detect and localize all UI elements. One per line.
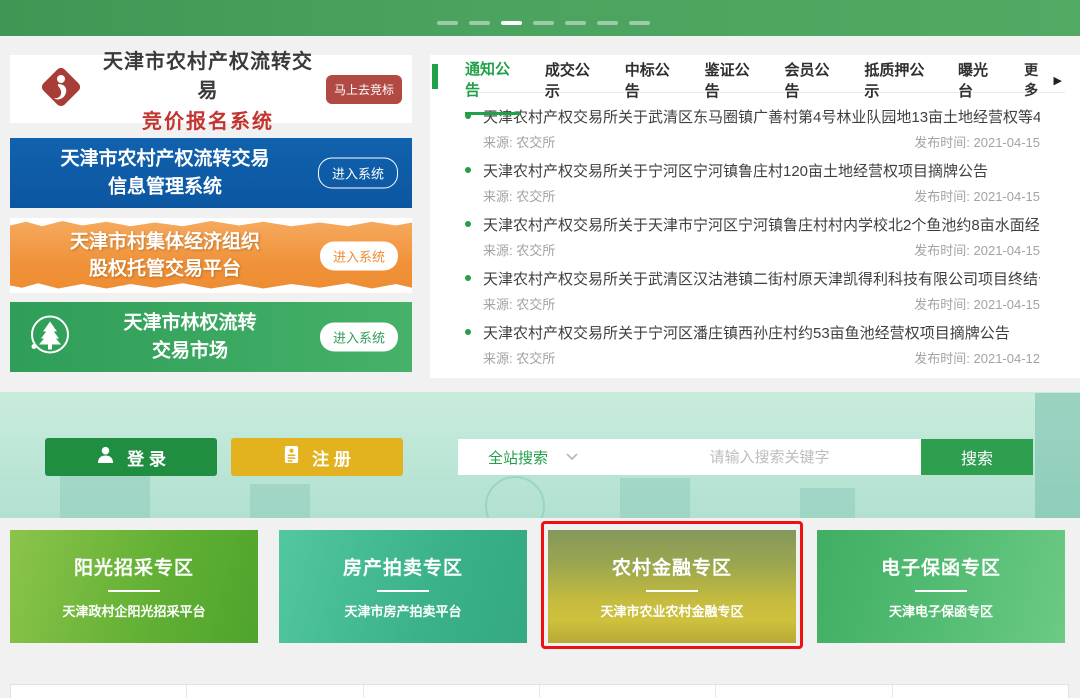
list-item: 天津农村产权交易所关于宁河区潘庄镇西孙庄村约53亩鱼池经营权项目摘牌公告 来源:…: [465, 319, 1040, 370]
register-button[interactable]: 注 册: [231, 438, 403, 476]
skyline-decoration: [620, 478, 690, 518]
search-button[interactable]: 搜索: [921, 439, 1033, 475]
user-icon: [96, 445, 115, 469]
news-date: 发布时间: 2021-04-15: [914, 186, 1040, 205]
skyline-decoration: [1035, 393, 1080, 518]
banner-title: 天津市林权流转 交易市场: [60, 309, 320, 364]
news-meta: 来源: 农交所 发布时间: 2021-04-15: [465, 129, 1040, 154]
skyline-decoration: [800, 488, 855, 518]
tab-notice-announcements[interactable]: 通知公告: [465, 58, 520, 115]
search-scope-label: 全站搜索: [488, 447, 548, 468]
footer-cell: [186, 685, 362, 698]
logo-text: 天津市农村产权流转交易 竞价报名系统: [100, 45, 316, 134]
tab-exposure[interactable]: 曝光台: [958, 59, 999, 113]
page: 天津市农村产权流转交易 竞价报名系统 马上去竞标 天津市农村产权流转交易 信息管…: [0, 0, 1080, 698]
list-item: 天津农村产权交易所关于武清区汉沽港镇二街村原天津凯得利科技有限公司项目终结公告 …: [465, 265, 1040, 316]
carousel-dot[interactable]: [437, 21, 458, 25]
carousel-banner: [0, 0, 1080, 36]
tab-deal-publicity[interactable]: 成交公示: [545, 59, 600, 113]
footer-cell: [892, 685, 1068, 698]
footer-cell: [363, 685, 539, 698]
divider: [377, 590, 429, 592]
tab-accent-bar: [432, 64, 438, 89]
carousel-dot[interactable]: [629, 21, 650, 25]
search-input[interactable]: [608, 439, 921, 475]
carousel-dots: [437, 21, 650, 25]
news-source: 来源: 农交所: [483, 294, 555, 313]
bullet-icon: [465, 329, 471, 335]
carousel-dot[interactable]: [533, 21, 554, 25]
info-management-system-banner[interactable]: 天津市农村产权流转交易 信息管理系统 进入系统: [10, 138, 412, 208]
news-link[interactable]: 天津农村产权交易所关于宁河区宁河镇鲁庄村120亩土地经营权项目摘牌公告: [465, 157, 1040, 183]
bullet-icon: [465, 275, 471, 281]
logo-diamond-icon: [36, 62, 86, 117]
announcement-panel: 通知公告 成交公示 中标公告 鉴证公告 会员公告 抵质押公示 曝光台 更多 ▶ …: [430, 55, 1080, 378]
divider: [915, 590, 967, 592]
more-link[interactable]: 更多 ▶: [1024, 60, 1062, 110]
news-link[interactable]: 天津农村产权交易所关于武清区汉沽港镇二街村原天津凯得利科技有限公司项目终结公告: [465, 265, 1040, 291]
ferris-wheel-decoration: [485, 476, 545, 518]
zone-card-electronic-guarantee[interactable]: 电子保函专区 天津电子保函专区: [817, 530, 1065, 643]
tab-pledge[interactable]: 抵质押公示: [864, 59, 933, 113]
carousel-dot[interactable]: [597, 21, 618, 25]
carousel-dot-active[interactable]: [501, 21, 522, 25]
go-bid-button[interactable]: 马上去竞标: [326, 75, 402, 104]
enter-system-button[interactable]: 进入系统: [318, 158, 398, 189]
news-source: 来源: 农交所: [483, 240, 555, 259]
skyline-decoration: [250, 484, 310, 518]
chevron-down-icon: [566, 448, 578, 466]
list-item: 天津农村产权交易所关于天津市宁河区宁河镇鲁庄村村内学校北2个鱼池约8亩水面经营.…: [465, 211, 1040, 262]
site-subtitle: 竞价报名系统: [100, 105, 316, 134]
news-date: 发布时间: 2021-04-15: [914, 132, 1040, 151]
bullet-icon: [465, 221, 471, 227]
site-title: 天津市农村产权流转交易: [100, 45, 316, 103]
news-meta: 来源: 农交所 发布时间: 2021-04-15: [465, 291, 1040, 316]
divider: [108, 590, 160, 592]
enter-system-button[interactable]: 进入系统: [320, 241, 398, 270]
tab-member[interactable]: 会员公告: [785, 59, 840, 113]
banner-title: 天津市村集体经济组织 股权托管交易平台: [10, 228, 320, 283]
tab-winning-bid[interactable]: 中标公告: [625, 59, 680, 113]
news-meta: 来源: 农交所 发布时间: 2021-04-15: [465, 183, 1040, 208]
login-button[interactable]: 登 录: [45, 438, 217, 476]
news-source: 来源: 农交所: [483, 348, 555, 367]
id-card-icon: [283, 445, 300, 469]
footer-cell: [539, 685, 715, 698]
carousel-dot[interactable]: [469, 21, 490, 25]
news-link[interactable]: 天津农村产权交易所关于宁河区潘庄镇西孙庄村约53亩鱼池经营权项目摘牌公告: [465, 319, 1040, 345]
news-date: 发布时间: 2021-04-15: [914, 240, 1040, 259]
site-search-bar: 全站搜索 搜索: [458, 439, 1033, 475]
footer-cell: [715, 685, 891, 698]
search-scope-select[interactable]: 全站搜索: [458, 439, 608, 475]
tab-authentication[interactable]: 鉴证公告: [705, 59, 760, 113]
announcement-list: 天津农村产权交易所关于武清区东马圈镇广善村第4号林业队园地13亩土地经营权等4个…: [430, 93, 1080, 370]
announcement-tabs: 通知公告 成交公示 中标公告 鉴证公告 会员公告 抵质押公示 曝光台 更多 ▶: [465, 55, 1065, 93]
news-date: 发布时间: 2021-04-15: [914, 294, 1040, 313]
forest-rights-market-banner[interactable]: 天津市林权流转 交易市场 进入系统: [10, 302, 412, 372]
skyline-decoration: [60, 472, 150, 518]
carousel-dot[interactable]: [565, 21, 586, 25]
news-source: 来源: 农交所: [483, 132, 555, 151]
footer-cell: [11, 685, 186, 698]
zone-card-sunshine-procurement[interactable]: 阳光招采专区 天津政村企阳光招采平台: [10, 530, 258, 643]
list-item: 天津农村产权交易所关于宁河区宁河镇鲁庄村120亩土地经营权项目摘牌公告 来源: …: [465, 157, 1040, 208]
enter-system-button[interactable]: 进入系统: [320, 323, 398, 352]
news-source: 来源: 农交所: [483, 186, 555, 205]
more-arrow-icon: ▶: [1054, 74, 1062, 87]
zone-card-rural-finance[interactable]: 农村金融专区 天津市农业农村金融专区: [548, 530, 796, 643]
news-date: 发布时间: 2021-04-12: [914, 348, 1040, 367]
divider: [646, 590, 698, 592]
banner-title: 天津市农村产权流转交易 信息管理系统: [10, 145, 320, 200]
footer-quick-links-row: [10, 684, 1069, 698]
equity-trusteeship-platform-banner[interactable]: 天津市村集体经济组织 股权托管交易平台 进入系统: [10, 218, 412, 293]
news-meta: 来源: 农交所 发布时间: 2021-04-12: [465, 345, 1040, 370]
search-hero-section: 登 录 注 册 全站搜索 搜索: [0, 392, 1080, 518]
bullet-icon: [465, 167, 471, 173]
zone-card-property-auction[interactable]: 房产拍卖专区 天津市房产拍卖平台: [279, 530, 527, 643]
news-meta: 来源: 农交所 发布时间: 2021-04-15: [465, 237, 1040, 262]
news-link[interactable]: 天津农村产权交易所关于天津市宁河区宁河镇鲁庄村村内学校北2个鱼池约8亩水面经营.…: [465, 211, 1040, 237]
bidding-system-card: 天津市农村产权流转交易 竞价报名系统 马上去竞标: [10, 55, 412, 123]
